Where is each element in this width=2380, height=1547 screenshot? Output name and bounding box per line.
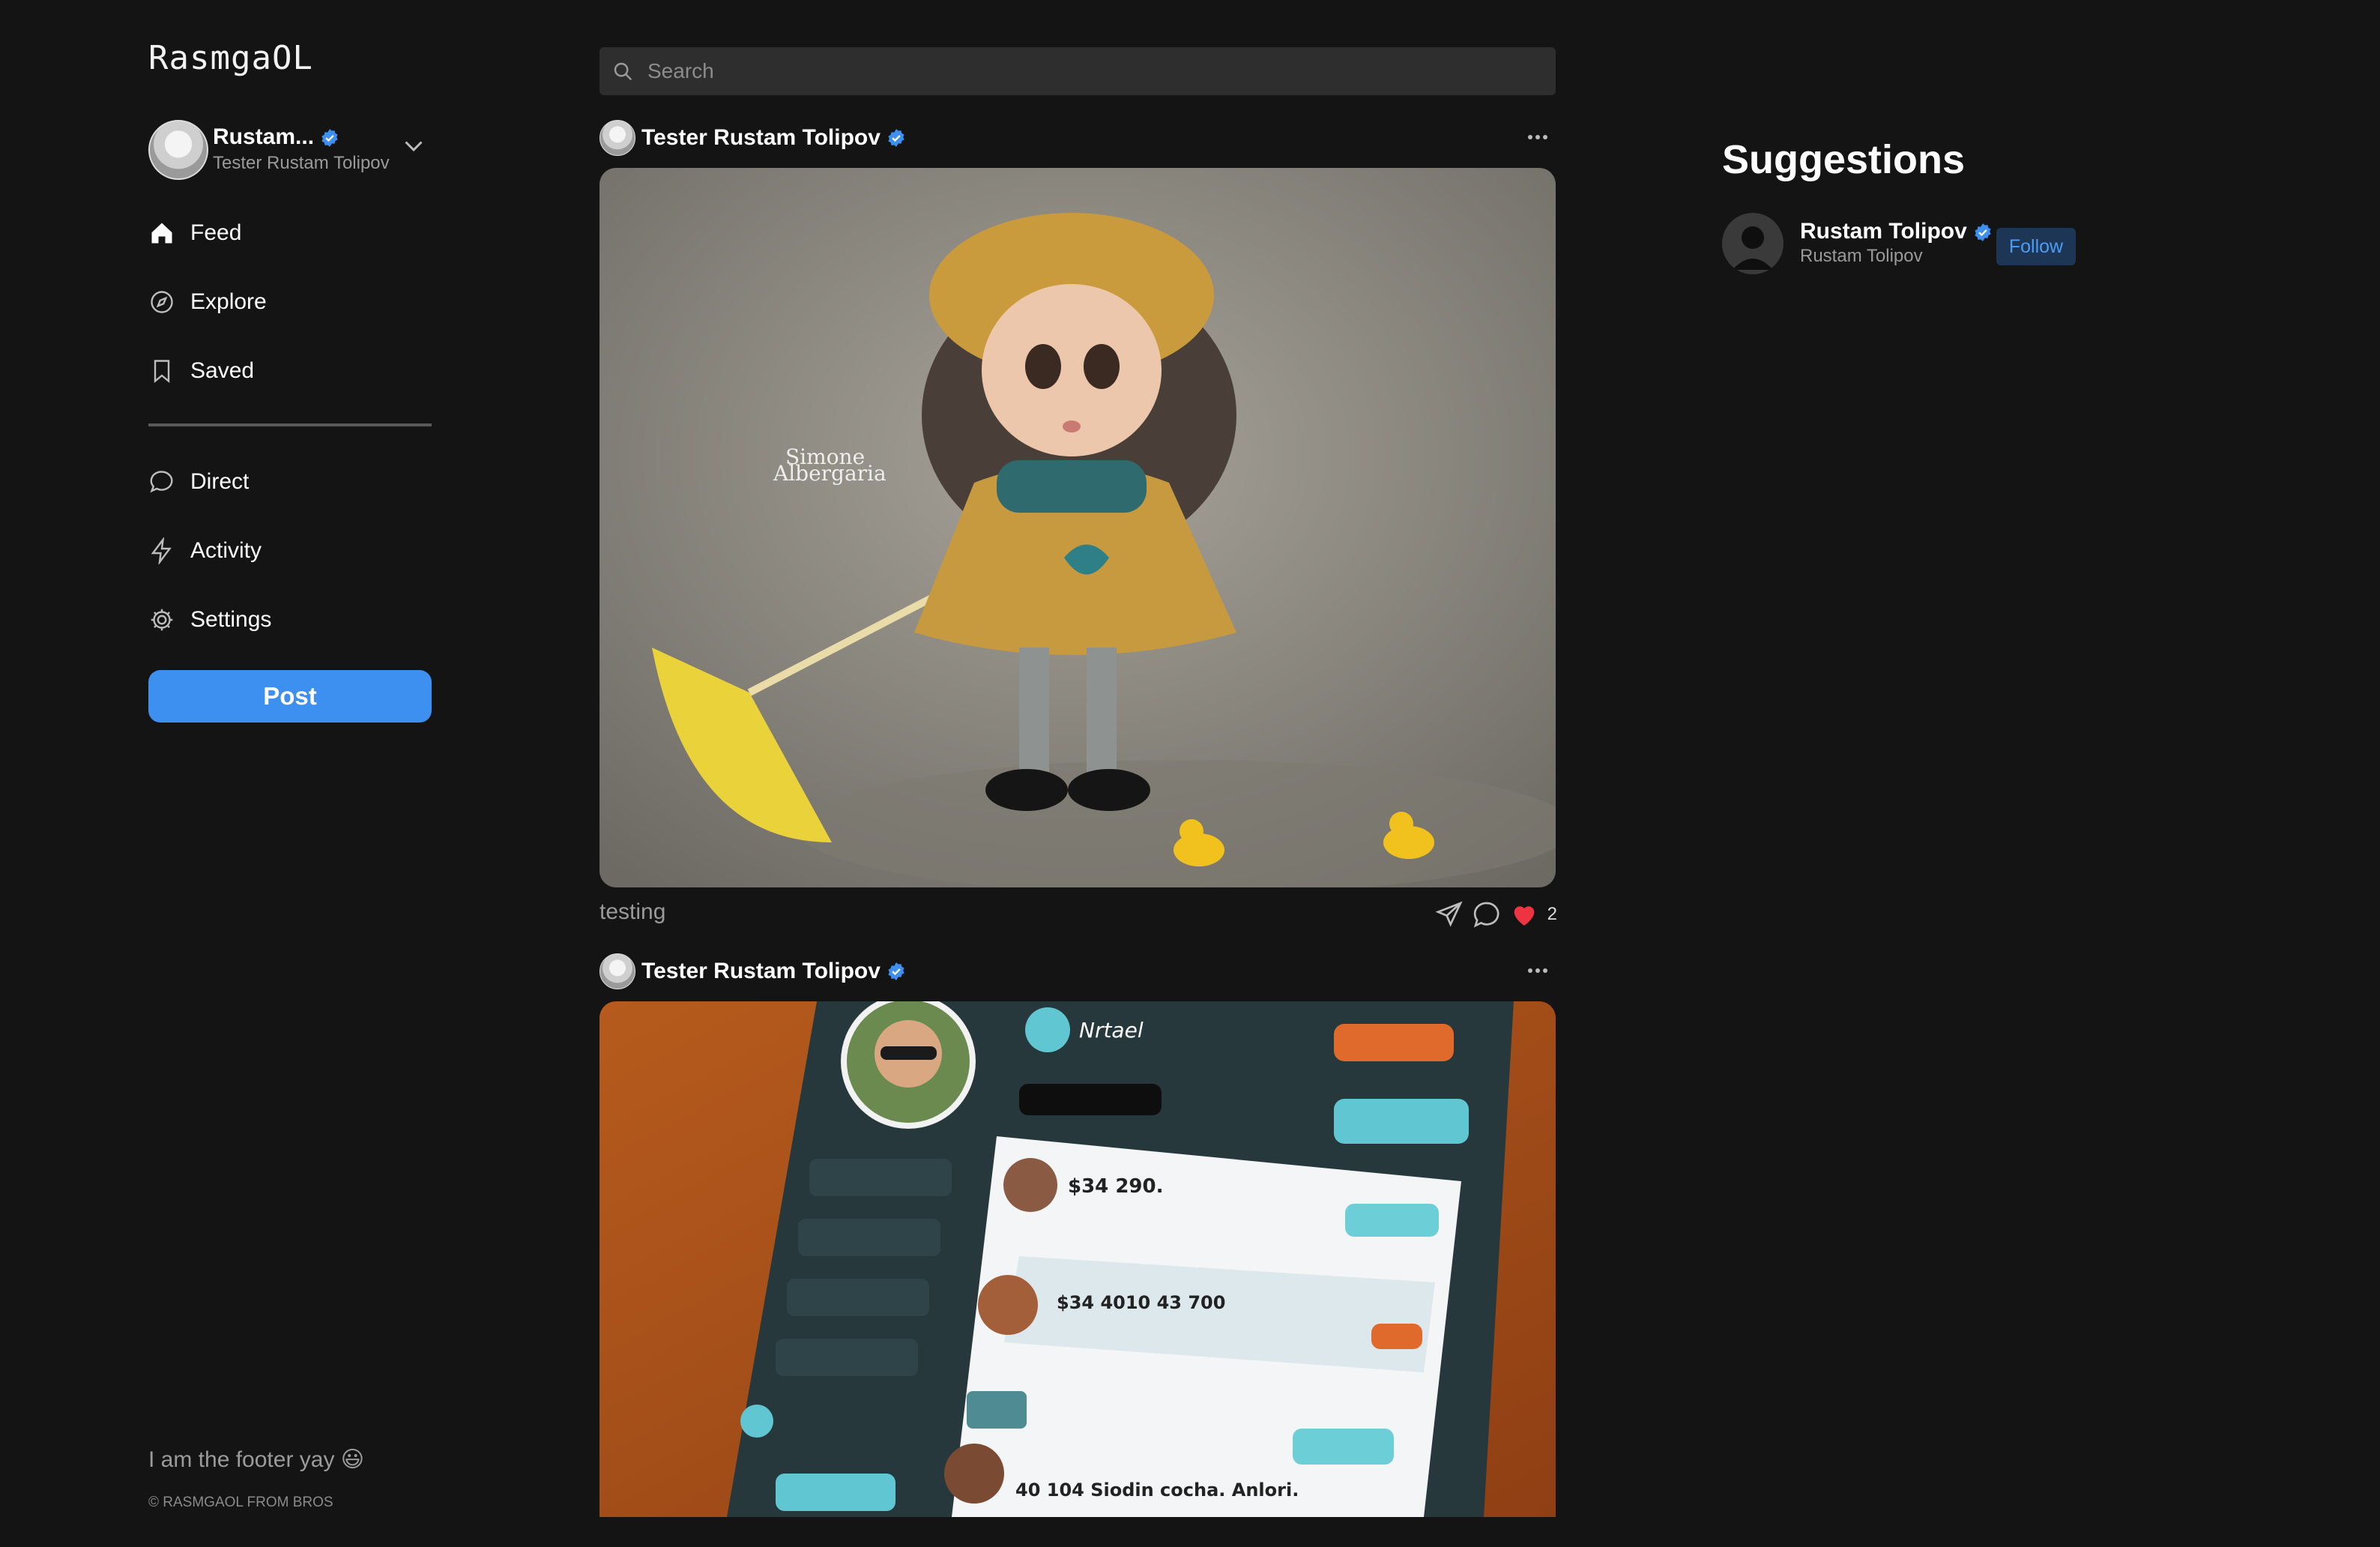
post-author[interactable]: Tester Rustam Tolipov (641, 959, 881, 984)
chevron-down-icon[interactable] (400, 132, 427, 159)
profile-handle: Tester Rustam Tolipov (213, 153, 390, 173)
nav-direct-label: Direct (190, 469, 250, 494)
image-row-2-text: $34 4010 43 700 (1057, 1292, 1225, 1313)
image-row-3-text: 40 104 Siodin cocha. Anlori. (1015, 1480, 1299, 1501)
nav-saved[interactable]: Saved (148, 350, 433, 392)
footer-copyright: © RASMGAOL FROM BROS (148, 1495, 333, 1510)
suggestion-item: Rustam Tolipov Rustam Tolipov Follow (1722, 213, 2082, 276)
nav-feed-label: Feed (190, 220, 242, 245)
image-row-1-text: $34 290. (1068, 1175, 1163, 1198)
nav-direct[interactable]: Direct (148, 461, 433, 503)
image-watermark-line-2: Albergaria (773, 461, 887, 486)
post-image[interactable]: Nrtael $34 290. $34 4010 43 700 40 104 S… (599, 1001, 1556, 1517)
nav-activity-label: Activity (190, 538, 262, 563)
home-icon (151, 223, 172, 244)
verified-icon (321, 129, 338, 147)
suggestion-handle: Rustam Tolipov (1800, 246, 1923, 266)
avatar[interactable] (599, 953, 635, 989)
profile-name: Rustam... (213, 124, 315, 149)
more-options-icon[interactable] (1520, 953, 1556, 989)
account-switcher[interactable]: Rustam... Tester Rustam Tolipov (148, 118, 433, 181)
nav-activity[interactable]: Activity (148, 530, 433, 572)
post-author[interactable]: Tester Rustam Tolipov (641, 125, 881, 151)
nav-explore-label: Explore (190, 289, 267, 314)
chat-icon (150, 471, 173, 493)
avatar[interactable] (1722, 213, 1784, 274)
share-icon[interactable] (1434, 899, 1464, 929)
lightning-icon (151, 537, 172, 564)
search-input[interactable] (646, 58, 1533, 84)
post-header: Tester Rustam Tolipov (599, 953, 1556, 990)
bookmark-icon (154, 360, 170, 384)
nav-feed[interactable]: Feed (148, 212, 433, 254)
post-header: Tester Rustam Tolipov (599, 119, 1556, 157)
avatar[interactable] (599, 120, 635, 156)
follow-button[interactable]: Follow (1996, 228, 2076, 265)
post-actions: 2 (1434, 896, 1557, 932)
avatar (148, 120, 208, 180)
nav-settings-label: Settings (190, 607, 272, 632)
more-options-icon[interactable] (1520, 119, 1556, 155)
image-watermark: Simone Albergaria (773, 444, 887, 486)
sidebar-divider (148, 423, 432, 426)
image-header-title: Nrtael (1079, 1018, 1144, 1043)
post-caption: testing (599, 899, 666, 924)
suggestion-name[interactable]: Rustam Tolipov (1800, 219, 1967, 244)
post-button[interactable]: Post (148, 670, 432, 723)
search-bar[interactable] (599, 47, 1556, 95)
app-logo[interactable]: RasmgaOL (148, 39, 313, 77)
suggestions-title: Suggestions (1722, 137, 1966, 182)
like-count: 2 (1547, 904, 1557, 924)
comment-icon[interactable] (1472, 899, 1502, 929)
search-icon (614, 62, 632, 81)
footer-text: I am the footer yay 😃 (148, 1447, 365, 1472)
nav-saved-label: Saved (190, 358, 255, 383)
post-image[interactable]: Simone Albergaria (599, 168, 1556, 887)
verified-icon (888, 129, 904, 147)
nav-settings[interactable]: Settings (148, 599, 433, 641)
verified-icon (1975, 223, 1991, 241)
compass-icon (151, 291, 173, 313)
nav-explore[interactable]: Explore (148, 281, 433, 323)
gear-icon (151, 609, 173, 631)
verified-icon (888, 962, 904, 980)
heart-icon[interactable] (1509, 899, 1539, 929)
